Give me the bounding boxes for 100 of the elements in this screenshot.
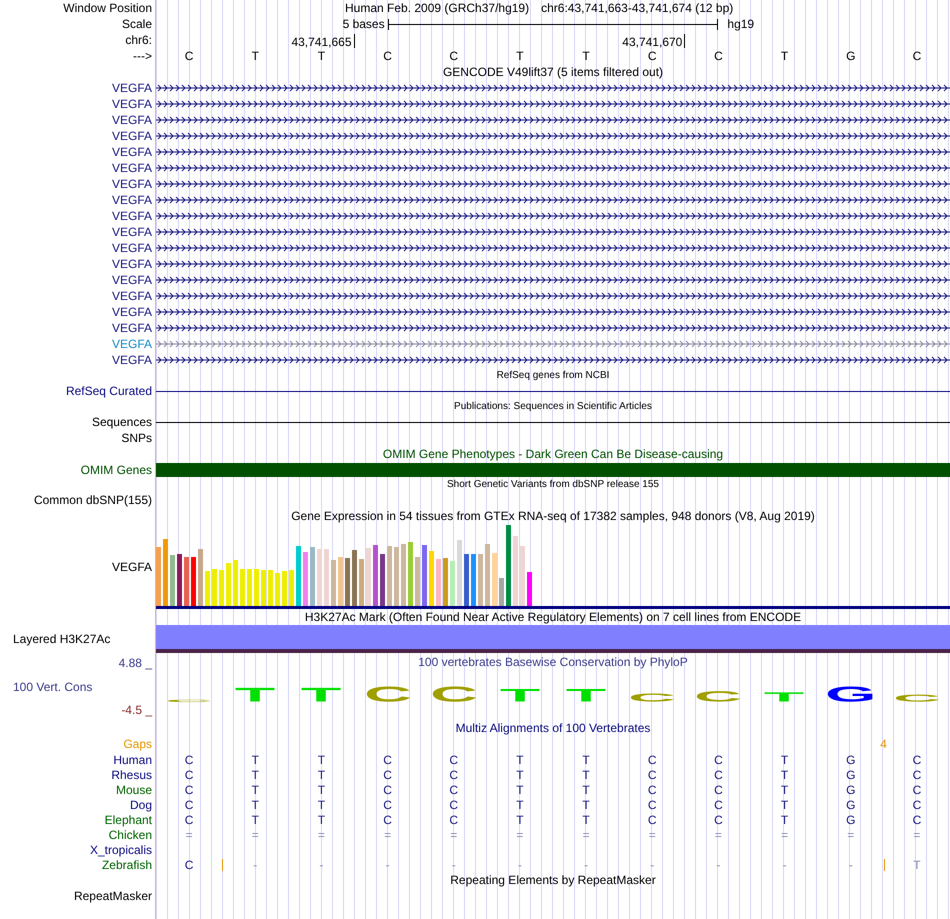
aligned-base: T [516,784,524,796]
track-title: Publications: Sequences in Scientific Articles [453,402,653,412]
track-label: VEGFA [112,162,152,174]
aligned-base: T [252,798,259,810]
aligned-base: C [383,814,392,826]
aligned-base: T [516,814,524,826]
axis-min-label: -4.5 _ [120,704,152,716]
assembly-label: hg19 [727,18,754,30]
aligned-base: - [518,858,522,870]
aligned-base: T [780,784,788,796]
aligned-base: T [318,768,326,780]
aligned-base: T [780,798,788,810]
aligned-base: C [184,754,194,766]
track-title: Gene Expression in 54 tissues from GTEx RNA-seq of 17382 samples, 948 donors (V8, Aug 2019) [290,510,816,522]
track-label: VEGFA [112,306,152,318]
track-label: VEGFA [112,130,152,142]
aligned-base: C [648,814,657,826]
aligned-base: - [253,858,258,870]
base-letter: C [714,50,723,62]
aligned-base: C [714,784,723,796]
conservation-letter: C [628,694,676,702]
aligned-base: = [781,828,788,840]
conservation-letter: T [500,688,540,702]
aligned-base: = [582,828,590,840]
aligned-base: C [184,768,194,780]
track-title: H3K27Ac Mark (Often Found Near Active Regulatory Elements) on 7 cell lines from ENCODE [304,611,802,623]
track-label: ---> [133,50,152,62]
aligned-base: C [912,798,922,810]
aligned-base: = [318,828,325,840]
track-label: VEGFA [112,146,152,158]
conservation-letter: T [235,688,276,702]
track-title: Short Genetic Variants from dbSNP release 155 [446,480,660,490]
aligned-base: T [516,754,524,766]
aligned-base: T [582,814,590,826]
aligned-base: T [318,814,326,826]
aligned-base: T [252,814,259,826]
track-label: VEGFA [112,98,152,110]
track-label: Gaps [123,738,152,750]
base-letter: T [252,50,259,62]
track-label: Elephant [104,814,152,826]
aligned-base: T [780,814,788,826]
aligned-base: T [252,784,259,796]
base-letter: T [780,50,788,62]
aligned-base: - [716,858,720,870]
aligned-base: C [184,814,194,826]
aligned-base: T [252,768,259,780]
aligned-base: G [846,798,856,810]
base-letter: C [912,50,922,62]
gap-count: 4 [880,738,887,750]
conservation-letter: G [825,686,876,702]
aligned-base: - [584,858,588,870]
aligned-base: T [252,754,259,766]
track-title: GENCODE V49lift37 (5 items filtered out) [442,66,664,78]
base-letter: T [516,50,524,62]
aligned-base: - [782,858,787,870]
aligned-base: = [714,828,722,840]
track-label: VEGFA [112,178,152,190]
track-label: VEGFA [112,338,152,350]
aligned-base: T [516,768,524,780]
axis-max-label: 4.88 _ [118,657,152,669]
track-label: Layered H3K27Ac [13,633,110,645]
aligned-base: C [449,798,458,810]
track-title: Repeating Elements by RepeatMasker [449,874,657,886]
track-label: Rhesus [111,768,152,780]
track-label: Common dbSNP(155) [34,494,152,506]
track-label: Window Position [63,2,152,14]
track-label: chr6: [125,34,152,46]
base-letter: T [318,50,326,62]
base-letter: C [184,50,194,62]
aligned-base: G [846,754,856,766]
aligned-base: = [913,828,920,840]
track-label: VEGFA [112,354,152,366]
aligned-base: C [449,754,458,766]
track-label: OMIM Genes [80,464,152,476]
aligned-base: C [648,754,657,766]
track-label: VEGFA [112,322,152,334]
aligned-base: = [186,828,193,840]
track-label: VEGFA [112,210,152,222]
aligned-base: C [648,784,657,796]
aligned-base: T [582,754,590,766]
track-label: Sequences [92,416,152,428]
conservation-letter: T [301,688,342,702]
conservation-letter: C [893,694,941,702]
track-label: VEGFA [112,226,152,238]
aligned-base: T [318,784,326,796]
aligned-base: = [384,828,392,840]
aligned-base: C [184,798,194,810]
aligned-base: C [714,754,723,766]
aligned-base: T [582,798,590,810]
track-title: RefSeq genes from NCBI [496,370,610,380]
base-letter: T [582,50,590,62]
aligned-base: C [912,784,922,796]
track-label: Mouse [116,784,152,796]
conservation-letter: T [566,688,606,702]
track-title: OMIM Gene Phenotypes - Dark Green Can Be Disease-causing [382,448,724,460]
aligned-base: C [912,814,922,826]
aligned-base: G [846,784,856,796]
track-label: VEGFA [112,560,152,572]
aligned-base: C [383,798,392,810]
aligned-base: T [516,798,524,810]
